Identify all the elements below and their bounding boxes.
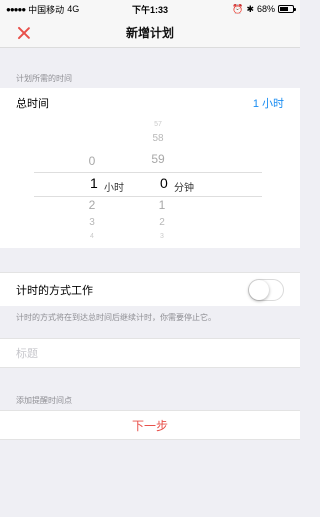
status-right: ⏰ ✱ 68% <box>232 3 296 15</box>
total-time-value[interactable]: 1 小时 <box>253 95 284 111</box>
hours-option[interactable]: 2 <box>72 198 112 212</box>
reminder-section-header: 添加提醒时间点 <box>16 396 72 405</box>
next-button-label: 下一步 <box>131 418 168 433</box>
alarm-icon: ⏰ <box>232 3 244 14</box>
picker-selection-bottom-line <box>34 196 262 197</box>
hours-option[interactable]: 4 <box>72 233 112 240</box>
title-input[interactable] <box>16 346 284 362</box>
carrier-name: 中国移动 <box>28 4 65 15</box>
page-title: 新增计划 <box>125 26 174 40</box>
timer-mode-toggle[interactable] <box>248 278 284 301</box>
minutes-option[interactable]: 58 <box>138 133 178 144</box>
network-type: 4G <box>67 4 80 14</box>
timer-mode-row: 计时的方式工作 <box>0 272 300 306</box>
timer-mode-label: 计时的方式工作 <box>16 284 93 297</box>
bluetooth-icon: ✱ <box>246 3 254 14</box>
minutes-option[interactable]: 59 <box>138 152 178 166</box>
duration-block: 总时间 1 小时 0 1 小时 2 3 4 57 58 59 0 分钟 1 2 … <box>0 88 300 248</box>
total-time-row[interactable]: 总时间 1 小时 <box>0 88 300 118</box>
picker-selection-top-line <box>34 172 262 173</box>
duration-section-header: 计划所需的时间 <box>16 74 72 83</box>
timer-mode-note: 计时的方式将在到达总时间后继续计时，你需要停止它。 <box>16 313 216 322</box>
minutes-option[interactable]: 2 <box>142 217 182 228</box>
close-icon[interactable] <box>16 25 32 41</box>
total-time-label: 总时间 <box>16 98 49 110</box>
minutes-option[interactable]: 1 <box>142 198 182 212</box>
next-button[interactable]: 下一步 <box>0 410 300 440</box>
hours-option[interactable]: 0 <box>72 154 112 168</box>
status-bar: ●●●●● 中国移动 4G 下午1:33 ⏰ ✱ 68% <box>0 0 300 18</box>
battery-percent: 68% <box>256 4 275 14</box>
hours-selected[interactable]: 1 <box>90 175 98 191</box>
toggle-knob <box>249 279 269 300</box>
signal-icon: ●●●●● <box>6 4 26 14</box>
battery-icon <box>278 5 296 13</box>
hours-unit: 小时 <box>104 183 124 194</box>
minutes-option[interactable]: 3 <box>142 233 182 240</box>
timer-mode-block: 计时的方式工作 <box>0 272 300 306</box>
minutes-selected[interactable]: 0 <box>160 175 168 191</box>
minutes-unit: 分钟 <box>174 183 194 194</box>
hours-option[interactable]: 3 <box>72 217 112 228</box>
status-left: ●●●●● 中国移动 4G <box>6 3 79 16</box>
title-row <box>0 338 300 368</box>
minutes-option[interactable]: 57 <box>138 121 178 128</box>
duration-picker[interactable]: 0 1 小时 2 3 4 57 58 59 0 分钟 1 2 3 <box>0 118 300 248</box>
battery-fill <box>280 7 289 11</box>
nav-bar: 新增计划 <box>0 18 300 48</box>
